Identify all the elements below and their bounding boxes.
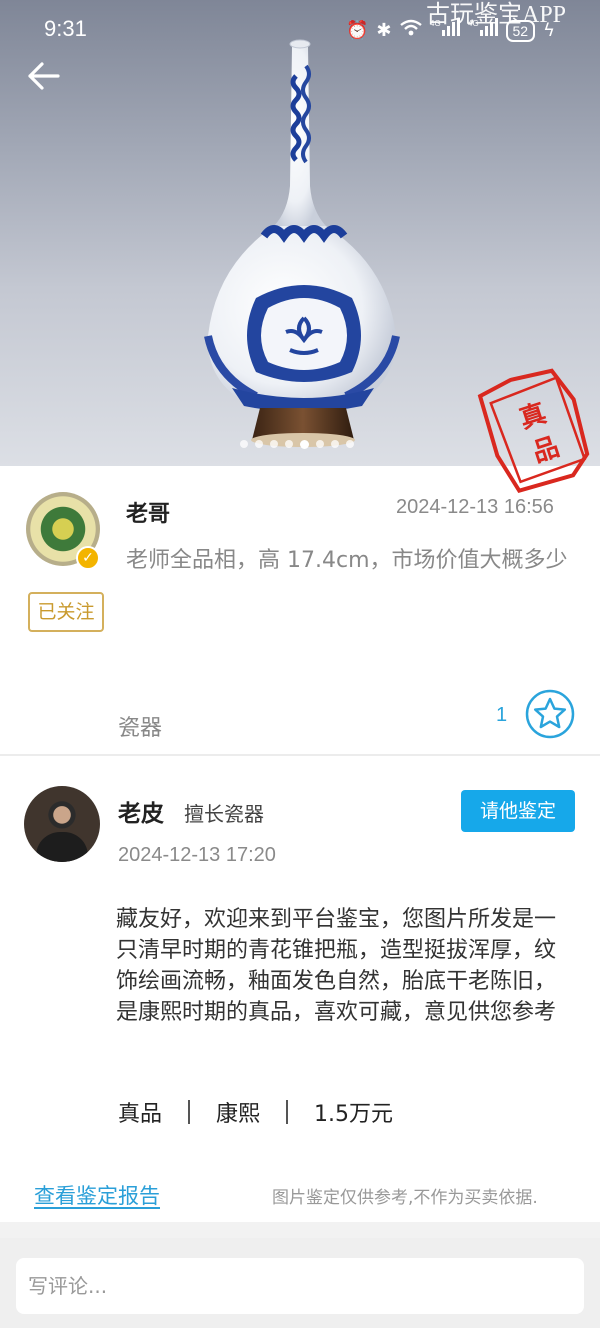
vase-image [204,39,400,447]
app-watermark: 古玩鉴宝APP [426,2,567,28]
carousel-dot[interactable] [285,440,293,448]
stamp-char-1: 真 [516,398,550,435]
request-appraisal-button[interactable]: 请他鉴定 [461,790,575,832]
carousel-indicator[interactable] [240,440,354,449]
carousel-dot[interactable] [316,440,324,448]
expert-specialty: 擅长瓷器 [184,802,264,826]
appraisal-verdict: 真品 康熙 1.5万元 [118,1096,393,1128]
verdict-value: 1.5万元 [314,1102,394,1127]
follow-button[interactable]: 已关注 [28,592,104,632]
verdict-period: 康熙 [216,1102,261,1127]
carousel-dot[interactable] [331,440,339,448]
verdict-divider [188,1100,191,1124]
verified-badge-icon: ✓ [76,546,100,570]
carousel-dot[interactable] [346,440,354,448]
carousel-dot[interactable] [270,440,278,448]
favorite-button[interactable] [524,688,576,740]
arrow-left-icon [28,62,60,90]
appraisal-card: 老皮 擅长瓷器 请他鉴定 2024-12-13 17:20 藏友好，欢迎来到平台… [0,756,600,1222]
disclaimer-text: 图片鉴定仅供参考,不作为买卖依据. [272,1188,538,1208]
carousel-dot-active[interactable] [300,440,309,449]
appraisal-text: 藏友好，欢迎来到平台鉴宝，您图片所发是一只清早时期的青花锥把瓶，造型挺拔浑厚，纹… [116,907,557,1025]
stamp-char-2: 品 [529,432,563,469]
status-time: 9:31 [44,16,87,41]
view-report-link[interactable]: 查看鉴定报告 [34,1180,160,1210]
back-button[interactable] [24,56,64,96]
carousel-dot[interactable] [255,440,263,448]
post-username[interactable]: 老哥 [126,496,170,528]
section-gap [0,1222,600,1238]
comment-bar [0,1238,600,1328]
star-icon [525,689,575,739]
post-category[interactable]: 瓷器 [118,710,162,742]
like-count: 1 [496,704,508,726]
expert-name[interactable]: 老皮 [118,794,164,828]
post-text: 老师全品相，高 17.4cm，市场价值大概多少 [126,548,568,573]
verdict-authenticity: 真品 [118,1102,163,1127]
carousel-dot[interactable] [240,440,248,448]
comment-input[interactable] [16,1258,584,1314]
appraisal-timestamp: 2024-12-13 17:20 [118,844,276,866]
expert-avatar[interactable] [24,786,100,862]
post-timestamp: 2024-12-13 16:56 [396,496,554,518]
verdict-divider [286,1100,289,1124]
question-post: ✓ 已关注 老哥 2024-12-13 16:56 老师全品相，高 17.4cm… [0,466,600,756]
